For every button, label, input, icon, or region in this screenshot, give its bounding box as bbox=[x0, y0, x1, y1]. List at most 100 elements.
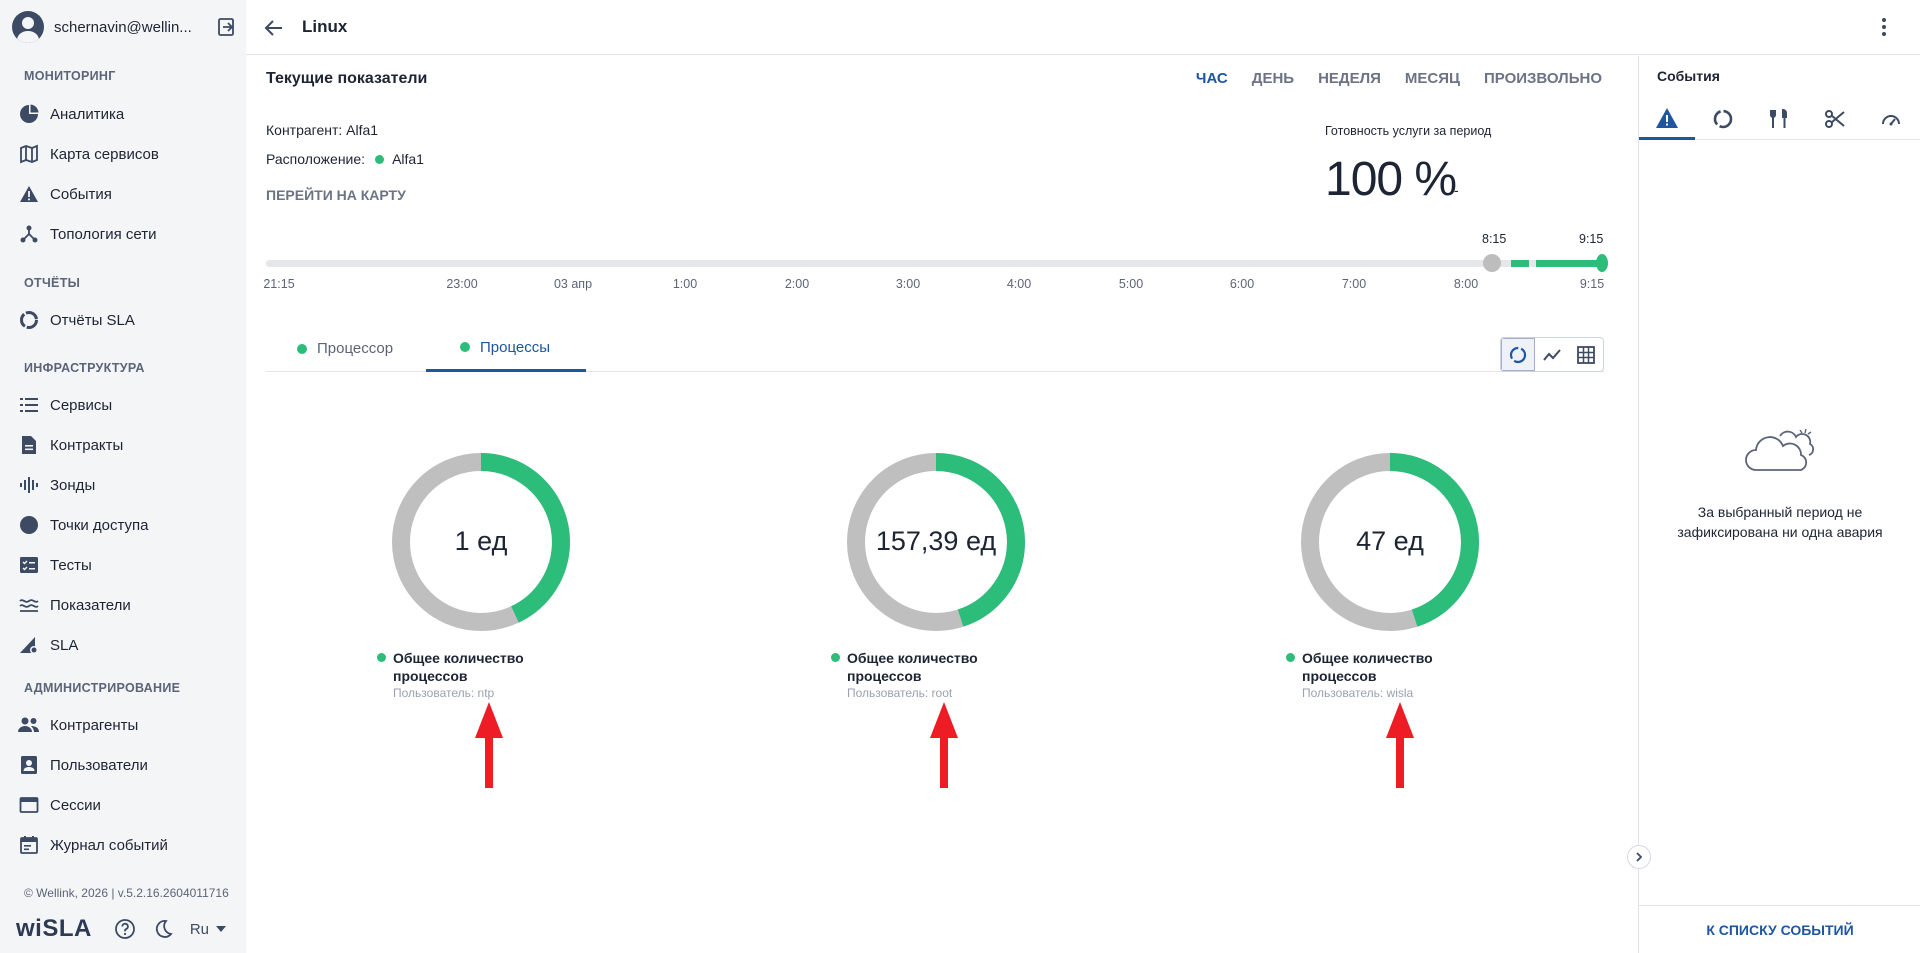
timeline-range-start: 8:15 bbox=[1482, 232, 1507, 246]
timeline-tick: 6:00 bbox=[1229, 277, 1255, 291]
filter-maintenance-tab[interactable] bbox=[1751, 98, 1807, 140]
period-day[interactable]: ДЕНЬ bbox=[1252, 70, 1294, 87]
nav-access-points[interactable]: Точки доступа bbox=[0, 507, 246, 543]
copyright: © Wellink, 2026 | v.5.2.16.2604011716 bbox=[24, 886, 229, 900]
timeline-tick: 21:15 bbox=[263, 277, 295, 291]
gauge-card: 47 ед bbox=[1300, 452, 1600, 752]
back-arrow-icon[interactable] bbox=[262, 16, 286, 40]
nav-service-map[interactable]: Карта сервисов bbox=[0, 136, 246, 172]
legend-title-line: процессов bbox=[847, 668, 922, 684]
language-value: Ru bbox=[189, 920, 210, 938]
nav-analytics[interactable]: Аналитика bbox=[0, 96, 246, 132]
scissors-icon bbox=[1825, 110, 1845, 128]
filter-alarms-tab[interactable] bbox=[1639, 98, 1695, 140]
sidebar: schernavin@wellin... МОНИТОРИНГ Аналитик… bbox=[0, 0, 246, 953]
events-list-link[interactable]: К СПИСКУ СОБЫТИЙ bbox=[1639, 905, 1920, 953]
events-panel: События За выбранный период не зафиксиро… bbox=[1638, 56, 1920, 953]
nav-services[interactable]: Сервисы bbox=[0, 387, 246, 423]
legend-title-line: процессов bbox=[1302, 668, 1377, 684]
avatar-icon bbox=[12, 11, 44, 43]
location-label: Расположение: bbox=[266, 151, 366, 167]
legend-title: Общее количество процессов bbox=[393, 649, 524, 685]
section-reports: ОТЧЁТЫ bbox=[24, 276, 81, 290]
nav-event-log[interactable]: Журнал событий bbox=[0, 827, 246, 863]
nav-sla-reports[interactable]: Отчёты SLA bbox=[0, 302, 246, 338]
timeline-tick: 5:00 bbox=[1118, 277, 1144, 291]
filter-performance-tab[interactable] bbox=[1863, 98, 1919, 140]
location-info: Расположение: Alfa1 bbox=[266, 151, 424, 167]
timeline-tick: 1:00 bbox=[672, 277, 698, 291]
nav-probes[interactable]: Зонды bbox=[0, 467, 246, 503]
language-select[interactable]: Ru bbox=[190, 921, 227, 938]
nav-metrics[interactable]: Показатели bbox=[0, 587, 246, 623]
events-panel-title: События bbox=[1657, 68, 1720, 84]
calendar-icon bbox=[18, 834, 40, 856]
section-infrastructure: ИНФРАСТРУКТУРА bbox=[24, 361, 145, 375]
help-icon[interactable] bbox=[114, 918, 136, 940]
timeline-tick: 4:00 bbox=[1006, 277, 1032, 291]
period-month[interactable]: МЕСЯЦ bbox=[1405, 70, 1460, 87]
timeline-segment bbox=[1536, 260, 1602, 267]
collapse-panel-button[interactable] bbox=[1627, 845, 1651, 869]
nav-topology[interactable]: Топология сети bbox=[0, 216, 246, 252]
document-icon bbox=[18, 434, 40, 456]
nav-users[interactable]: Пользователи bbox=[0, 747, 246, 783]
pie-chart-icon bbox=[18, 103, 40, 125]
nav-sessions[interactable]: Сессии bbox=[0, 787, 246, 823]
availability-value: 100 % bbox=[1325, 153, 1457, 206]
line-view-button[interactable] bbox=[1535, 338, 1569, 371]
timeline-tick: 8:00 bbox=[1453, 277, 1479, 291]
nav-label: SLA bbox=[50, 636, 79, 654]
people-icon bbox=[18, 714, 40, 736]
tab-status-dot bbox=[460, 342, 470, 352]
warning-icon bbox=[18, 183, 40, 205]
nav-label: Тесты bbox=[50, 556, 92, 574]
donut-view-button[interactable] bbox=[1501, 338, 1536, 371]
red-arrow-annotation bbox=[475, 702, 503, 788]
nav-label: Журнал событий bbox=[50, 836, 168, 854]
events-filter-tabs bbox=[1639, 98, 1920, 140]
moon-icon[interactable] bbox=[152, 918, 174, 940]
nav-counterparties[interactable]: Контрагенты bbox=[0, 707, 246, 743]
probe-icon bbox=[18, 474, 40, 496]
nav-contracts[interactable]: Контракты bbox=[0, 427, 246, 463]
legend-dot bbox=[831, 653, 840, 662]
more-vertical-icon[interactable] bbox=[1872, 15, 1896, 39]
timeline-start-handle[interactable] bbox=[1483, 254, 1501, 272]
nav-label: Сервисы bbox=[50, 396, 113, 414]
nav-sla[interactable]: SLA bbox=[0, 627, 246, 663]
period-week[interactable]: НЕДЕЛЯ bbox=[1318, 70, 1381, 87]
logout-icon[interactable] bbox=[214, 15, 238, 39]
gauge-legend: Общее количество процессов bbox=[1286, 649, 1433, 685]
go-to-map-link[interactable]: ПЕРЕЙТИ НА КАРТУ bbox=[266, 187, 406, 203]
nav-label: События bbox=[50, 185, 112, 203]
period-custom[interactable]: ПРОИЗВОЛЬНО bbox=[1484, 70, 1602, 87]
chevron-right-icon bbox=[1636, 852, 1643, 862]
wisla-logo: wiSLA bbox=[16, 915, 92, 942]
section-administration: АДМИНИСТРИРОВАНИЕ bbox=[24, 681, 181, 695]
filter-sla-tab[interactable] bbox=[1695, 98, 1751, 140]
timeline-tick: 23:00 bbox=[446, 277, 478, 291]
timeline-end-handle[interactable] bbox=[1596, 254, 1608, 272]
nav-label: Точки доступа bbox=[50, 516, 149, 534]
main-content: Текущие показатели ЧАС ДЕНЬ НЕДЕЛЯ МЕСЯЦ… bbox=[246, 56, 1638, 953]
table-view-button[interactable] bbox=[1569, 338, 1603, 371]
nav-tests[interactable]: Тесты bbox=[0, 547, 246, 583]
nav-events[interactable]: События bbox=[0, 176, 246, 212]
user-profile[interactable]: schernavin@wellin... bbox=[12, 9, 238, 45]
topology-icon bbox=[18, 223, 40, 245]
top-bar: Linux bbox=[246, 0, 1920, 55]
section-title: Текущие показатели bbox=[266, 70, 428, 87]
sla-icon bbox=[18, 634, 40, 656]
period-hour[interactable]: ЧАС bbox=[1196, 70, 1228, 87]
legend-user: Пользователь: root bbox=[847, 686, 953, 700]
view-mode-switch bbox=[1500, 337, 1604, 372]
filter-cut-tab[interactable] bbox=[1807, 98, 1863, 140]
tab-processor[interactable]: Процессор bbox=[266, 325, 426, 372]
page-title: Linux bbox=[302, 17, 348, 36]
donut-icon bbox=[18, 309, 40, 331]
list-icon bbox=[18, 394, 40, 416]
timeline-track[interactable] bbox=[266, 254, 1608, 272]
red-arrow-annotation bbox=[1386, 702, 1414, 788]
tab-processes[interactable]: Процессы bbox=[426, 325, 586, 372]
